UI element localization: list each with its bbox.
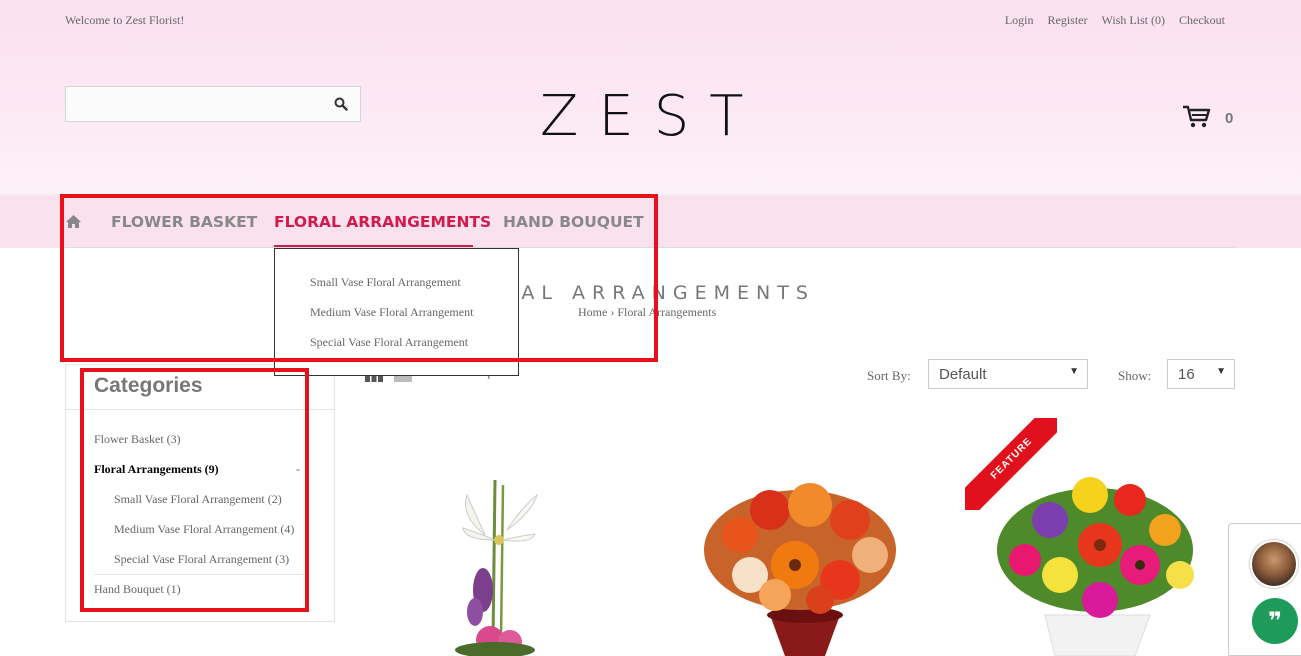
category-medium-vase[interactable]: Medium Vase Floral Arrangement (4) <box>114 522 294 537</box>
show-select[interactable]: 16 ▼ <box>1167 359 1235 389</box>
top-links: Login Register Wish List (0) Checkout <box>1005 13 1225 28</box>
breadcrumb-separator: › <box>610 305 615 319</box>
chevron-down-icon: ▼ <box>1069 366 1079 377</box>
search-box <box>65 86 361 122</box>
dropdown-item-special-vase[interactable]: Special Vase Floral Arrangement <box>310 335 468 350</box>
feature-badge-label: FEATURE <box>965 418 1057 510</box>
categories-divider <box>66 409 334 410</box>
dropdown-item-medium-vase[interactable]: Medium Vase Floral Arrangement <box>310 305 473 320</box>
dropdown-item-small-vase[interactable]: Small Vase Floral Arrangement <box>310 275 461 290</box>
nav-hand-bouquet[interactable]: HAND BOUQUET <box>503 213 644 231</box>
breadcrumb: Home › Floral Arrangements <box>578 305 716 320</box>
sort-value: Default <box>939 366 987 383</box>
cart-count[interactable]: 0 <box>1225 110 1233 127</box>
site-logo[interactable]: ZEST <box>540 84 764 149</box>
nav-flower-basket[interactable]: FLOWER BASKET <box>111 213 257 231</box>
register-link[interactable]: Register <box>1047 13 1087 28</box>
breadcrumb-home[interactable]: Home <box>578 305 607 319</box>
home-icon[interactable] <box>65 214 82 229</box>
category-hand-bouquet[interactable]: Hand Bouquet (1) <box>94 582 181 597</box>
chevron-down-icon: ▼ <box>1216 366 1226 377</box>
product-image-1[interactable] <box>395 440 625 656</box>
product-image-2[interactable] <box>700 440 930 656</box>
category-floral-arrangements[interactable]: Floral Arrangements (9) <box>94 462 219 477</box>
login-link[interactable]: Login <box>1005 13 1034 28</box>
categories-divider-2 <box>94 574 304 575</box>
categories-title: Categories <box>94 374 203 397</box>
agent-avatar[interactable] <box>1250 540 1298 588</box>
category-small-vase[interactable]: Small Vase Floral Arrangement (2) <box>114 492 282 507</box>
search-input[interactable] <box>66 87 316 121</box>
page-title: RAL ARRANGEMENTS <box>502 282 815 304</box>
show-value: 16 <box>1178 366 1195 383</box>
category-flower-basket[interactable]: Flower Basket (3) <box>94 432 181 447</box>
checkout-link[interactable]: Checkout <box>1179 13 1225 28</box>
welcome-text: Welcome to Zest Florist! <box>65 13 185 27</box>
main-nav: FLOWER BASKET FLORAL ARRANGEMENTS HAND B… <box>0 193 1301 248</box>
nav-divider <box>65 247 1235 248</box>
breadcrumb-current[interactable]: Floral Arrangements <box>617 305 716 319</box>
cart-icon[interactable] <box>1181 104 1211 130</box>
category-special-vase[interactable]: Special Vase Floral Arrangement (3) <box>114 552 289 567</box>
header: Welcome to Zest Florist! Login Register … <box>0 0 1301 248</box>
show-label: Show: <box>1118 368 1152 383</box>
category-collapse-toggle[interactable]: - <box>296 462 300 477</box>
floral-arrangements-dropdown: Small Vase Floral Arrangement Medium Vas… <box>274 248 519 376</box>
nav-floral-arrangements[interactable]: FLORAL ARRANGEMENTS <box>274 213 491 231</box>
quote-icon[interactable]: ❞ <box>1252 598 1298 644</box>
search-icon[interactable] <box>334 97 348 111</box>
wishlist-link[interactable]: Wish List (0) <box>1101 13 1165 28</box>
feature-badge: FEATURE <box>965 418 1057 510</box>
sort-select[interactable]: Default ▼ <box>928 359 1088 389</box>
sort-label: Sort By: <box>867 368 911 383</box>
